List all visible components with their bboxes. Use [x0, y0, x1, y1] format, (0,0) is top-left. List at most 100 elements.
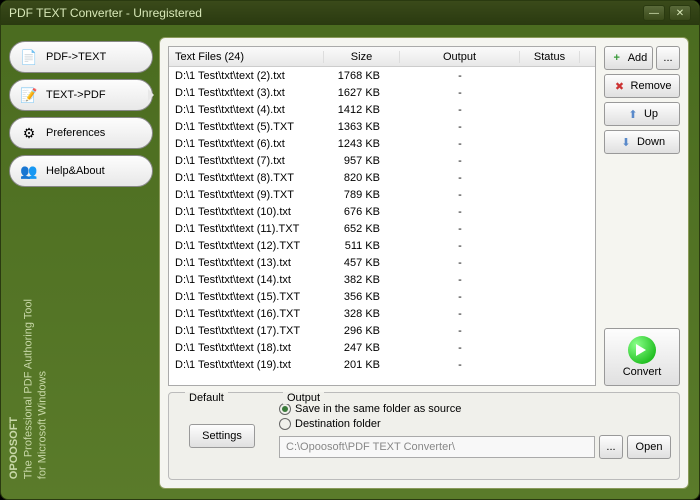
gear-icon: ⚙ — [20, 124, 38, 142]
table-row[interactable]: D:\1 Test\txt\text (3).txt1627 KB- — [169, 84, 595, 101]
cell-file: D:\1 Test\txt\text (8).TXT — [169, 172, 324, 184]
tab-text-to-pdf[interactable]: 📝 TEXT->PDF — [9, 79, 153, 111]
table-row[interactable]: D:\1 Test\txt\text (7).txt957 KB- — [169, 152, 595, 169]
output-section: Output Save in the same folder as source… — [279, 399, 671, 473]
table-row[interactable]: D:\1 Test\txt\text (12).TXT511 KB- — [169, 237, 595, 254]
radio-icon — [279, 418, 291, 430]
sidebar: 📄 PDF->TEXT 📝 TEXT->PDF ⚙ Preferences 👥 … — [5, 37, 153, 489]
cell-file: D:\1 Test\txt\text (5).TXT — [169, 121, 324, 133]
remove-button[interactable]: ✖ Remove — [604, 74, 680, 98]
table-row[interactable]: D:\1 Test\txt\text (13).txt457 KB- — [169, 254, 595, 271]
col-files[interactable]: Text Files (24) — [169, 51, 324, 63]
cell-file: D:\1 Test\txt\text (14).txt — [169, 274, 324, 286]
table-row[interactable]: D:\1 Test\txt\text (19).txt201 KB- — [169, 356, 595, 373]
down-button[interactable]: ⬇ Down — [604, 130, 680, 154]
cell-size: 511 KB — [324, 240, 400, 252]
cell-output: - — [400, 274, 520, 286]
brand-text: OPOOSOFT The Professional PDF Authoring … — [7, 299, 50, 479]
table-row[interactable]: D:\1 Test\txt\text (6).txt1243 KB- — [169, 135, 595, 152]
tab-label: PDF->TEXT — [46, 51, 106, 63]
cell-file: D:\1 Test\txt\text (4).txt — [169, 104, 324, 116]
cell-file: D:\1 Test\txt\text (2).txt — [169, 70, 324, 82]
convert-button[interactable]: Convert — [604, 328, 680, 386]
cell-output: - — [400, 138, 520, 150]
cell-size: 1412 KB — [324, 104, 400, 116]
remove-icon: ✖ — [613, 79, 627, 93]
main-panel: Text Files (24) Size Output Status D:\1 … — [159, 37, 689, 489]
cell-size: 201 KB — [324, 359, 400, 371]
table-row[interactable]: D:\1 Test\txt\text (15).TXT356 KB- — [169, 288, 595, 305]
cell-size: 820 KB — [324, 172, 400, 184]
plus-icon: + — [610, 51, 624, 65]
output-label: Output — [283, 392, 324, 404]
radio-destination[interactable]: Destination folder — [279, 418, 671, 430]
text-icon: 📝 — [20, 86, 38, 104]
cell-size: 328 KB — [324, 308, 400, 320]
arrow-up-icon: ⬆ — [626, 107, 640, 121]
table-row[interactable]: D:\1 Test\txt\text (9).TXT789 KB- — [169, 186, 595, 203]
table-row[interactable]: D:\1 Test\txt\text (14).txt382 KB- — [169, 271, 595, 288]
cell-output: - — [400, 223, 520, 235]
help-icon: 👥 — [20, 162, 38, 180]
default-label: Default — [185, 392, 228, 404]
settings-button[interactable]: Settings — [189, 424, 255, 448]
cell-file: D:\1 Test\txt\text (18).txt — [169, 342, 324, 354]
table-row[interactable]: D:\1 Test\txt\text (16).TXT328 KB- — [169, 305, 595, 322]
table-row[interactable]: D:\1 Test\txt\text (17).TXT296 KB- — [169, 322, 595, 339]
table-row[interactable]: D:\1 Test\txt\text (11).TXT652 KB- — [169, 220, 595, 237]
bottom-panel: Default Settings Output Save in the same… — [168, 392, 680, 480]
radio-same-folder[interactable]: Save in the same folder as source — [279, 403, 671, 415]
table-row[interactable]: D:\1 Test\txt\text (2).txt1768 KB- — [169, 67, 595, 84]
tab-pdf-to-text[interactable]: 📄 PDF->TEXT — [9, 41, 153, 73]
file-table: Text Files (24) Size Output Status D:\1 … — [168, 46, 596, 386]
destination-path[interactable]: C:\Opoosoft\PDF TEXT Converter\ — [279, 436, 595, 458]
cell-size: 356 KB — [324, 291, 400, 303]
col-status[interactable]: Status — [520, 51, 580, 63]
cell-output: - — [400, 308, 520, 320]
cell-output: - — [400, 70, 520, 82]
col-size[interactable]: Size — [324, 51, 400, 63]
table-row[interactable]: D:\1 Test\txt\text (5).TXT1363 KB- — [169, 118, 595, 135]
cell-file: D:\1 Test\txt\text (11).TXT — [169, 223, 324, 235]
app-window: PDF TEXT Converter - Unregistered — ✕ 📄 … — [0, 0, 700, 500]
cell-file: D:\1 Test\txt\text (16).TXT — [169, 308, 324, 320]
window-title: PDF TEXT Converter - Unregistered — [9, 6, 639, 20]
cell-size: 1243 KB — [324, 138, 400, 150]
close-button[interactable]: ✕ — [669, 5, 691, 21]
cell-output: - — [400, 121, 520, 133]
cell-size: 1627 KB — [324, 87, 400, 99]
cell-output: - — [400, 87, 520, 99]
add-button[interactable]: + Add — [604, 46, 653, 70]
up-button[interactable]: ⬆ Up — [604, 102, 680, 126]
default-section: Default Settings — [177, 399, 267, 473]
cell-size: 296 KB — [324, 325, 400, 337]
minimize-button[interactable]: — — [643, 5, 665, 21]
cell-file: D:\1 Test\txt\text (17).TXT — [169, 325, 324, 337]
open-button[interactable]: Open — [627, 435, 671, 459]
table-row[interactable]: D:\1 Test\txt\text (10).txt676 KB- — [169, 203, 595, 220]
tab-preferences[interactable]: ⚙ Preferences — [9, 117, 153, 149]
cell-size: 789 KB — [324, 189, 400, 201]
cell-file: D:\1 Test\txt\text (10).txt — [169, 206, 324, 218]
cell-file: D:\1 Test\txt\text (13).txt — [169, 257, 324, 269]
col-output[interactable]: Output — [400, 51, 520, 63]
cell-output: - — [400, 206, 520, 218]
cell-file: D:\1 Test\txt\text (9).TXT — [169, 189, 324, 201]
radio-icon — [279, 403, 291, 415]
table-row[interactable]: D:\1 Test\txt\text (8).TXT820 KB- — [169, 169, 595, 186]
cell-size: 1363 KB — [324, 121, 400, 133]
table-row[interactable]: D:\1 Test\txt\text (4).txt1412 KB- — [169, 101, 595, 118]
cell-size: 247 KB — [324, 342, 400, 354]
table-header: Text Files (24) Size Output Status — [169, 47, 595, 67]
cell-size: 652 KB — [324, 223, 400, 235]
add-more-button[interactable]: ... — [656, 46, 680, 70]
cell-output: - — [400, 240, 520, 252]
browse-button[interactable]: ... — [599, 435, 623, 459]
cell-output: - — [400, 189, 520, 201]
table-row[interactable]: D:\1 Test\txt\text (18).txt247 KB- — [169, 339, 595, 356]
cell-file: D:\1 Test\txt\text (19).txt — [169, 359, 324, 371]
tab-help-about[interactable]: 👥 Help&About — [9, 155, 153, 187]
cell-output: - — [400, 155, 520, 167]
cell-output: - — [400, 291, 520, 303]
cell-file: D:\1 Test\txt\text (3).txt — [169, 87, 324, 99]
